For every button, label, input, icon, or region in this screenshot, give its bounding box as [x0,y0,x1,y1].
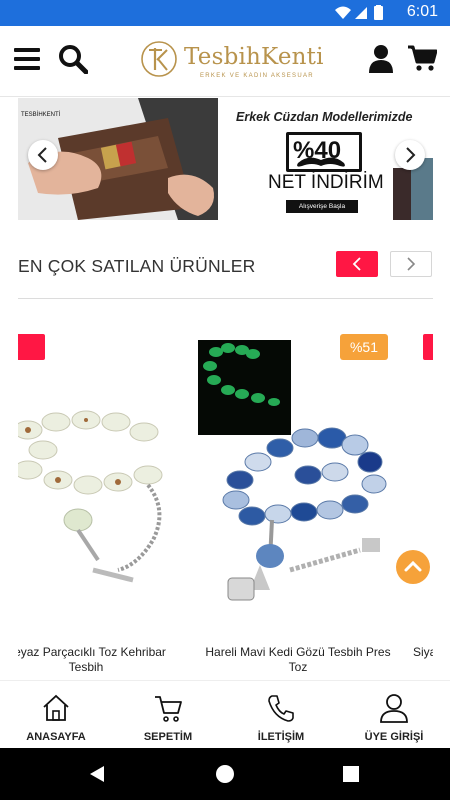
nav-item-home[interactable]: ANASAYFA [0,681,112,749]
chevron-right-icon [407,257,416,271]
recents-icon[interactable] [342,765,360,783]
nav-label: İLETİŞİM [257,731,305,743]
logo-title: TesbihKenti [184,44,324,70]
product-name-line2: Tesbih [68,660,104,674]
menu-icon[interactable] [14,46,40,72]
product-name[interactable]: Beyaz Parçacıklı Toz Kehribar Tesbih [18,645,184,675]
battery-icon [374,6,383,20]
banner-net-label: NET İNDİRİM [268,172,384,193]
scroll-top-button[interactable] [396,550,430,584]
section-prev-button[interactable] [336,251,378,277]
home-icon [43,694,69,721]
cell-signal-icon [355,7,367,19]
new-badge [423,334,433,360]
nav-item-contact[interactable]: İLETİŞİM [225,681,337,749]
promo-banner[interactable]: TESBİHKENTİ Erkek Cüzdan Modellerimizde … [18,98,433,220]
status-bar: 6:01 [0,0,450,26]
status-time: 6:01 [406,3,438,20]
logo-mark-icon [141,41,177,77]
chevron-left-icon [37,147,47,163]
product-name-line1: Hareli Mavi Kedi Gözü Tesbih Pres [205,645,391,659]
user-icon[interactable] [368,44,394,74]
product-name-line1: Siyah [413,645,433,659]
banner-headline: Erkek Cüzdan Modellerimizde [236,110,413,124]
nav-label: SEPETİM [143,731,193,743]
nav-label: ÜYE GİRİŞİ [364,731,424,743]
banner-cta-button[interactable]: Alışverişe Başla [286,200,358,213]
banner-prev-button[interactable] [28,140,58,170]
product-image [18,410,163,583]
chevron-up-icon [404,560,422,572]
bottom-nav: ANASAYFA SEPETİM İLETİŞİM ÜYE GİRİŞİ [0,680,450,749]
system-nav-bar [0,748,450,800]
section-title: EN ÇOK SATILAN ÜRÜNLER [18,256,256,276]
wifi-icon [335,6,351,19]
phone-icon [268,695,294,722]
banner-next-button[interactable] [395,140,425,170]
nav-item-cart[interactable]: SEPETİM [112,681,224,749]
product-name-line2: Toz [288,660,308,674]
user-icon [380,694,408,723]
logo-subtitle: ERKEK VE KADIN AKSESUAR [200,73,314,79]
nav-item-login[interactable]: ÜYE GİRİŞİ [338,681,450,749]
discount-badge: %51 [340,334,388,360]
new-badge: Yeni [18,334,45,360]
search-icon[interactable] [58,44,88,74]
product-name[interactable]: Hareli Mavi Kedi Gözü Tesbih Pres Toz [200,645,396,675]
cart-icon [155,696,182,722]
section-divider [18,298,433,299]
product-image [222,427,387,601]
chevron-left-icon [352,257,361,271]
cart-icon[interactable] [407,44,437,72]
product-name-line1: Beyaz Parçacıklı Toz Kehribar [18,645,166,659]
product-card[interactable]: Yeni Beyaz Parçacıklı Toz Kehribar Tesbi… [18,320,184,680]
brand-logo[interactable]: TesbihKenti ERKEK VE KADIN AKSESUAR [140,38,323,88]
back-icon[interactable] [88,764,108,784]
nav-label: ANASAYFA [26,731,86,743]
product-card[interactable]: %51 Hareli Mavi Kedi Gözü Tesbih Pres To… [200,320,396,680]
chevron-right-icon [406,147,416,163]
products-carousel[interactable]: Yeni Beyaz Parçacıklı Toz Kehribar Tesbi… [18,320,433,680]
product-card[interactable]: Siyah [413,320,433,680]
app-header: TesbihKenti ERKEK VE KADIN AKSESUAR [0,26,450,97]
product-name[interactable]: Siyah [413,645,433,660]
status-icons [335,5,383,20]
section-next-button[interactable] [390,251,432,277]
home-circle-icon[interactable] [215,764,235,784]
mustache-icon [297,157,345,167]
banner-logo-text: TESBİHKENTİ [21,111,61,118]
